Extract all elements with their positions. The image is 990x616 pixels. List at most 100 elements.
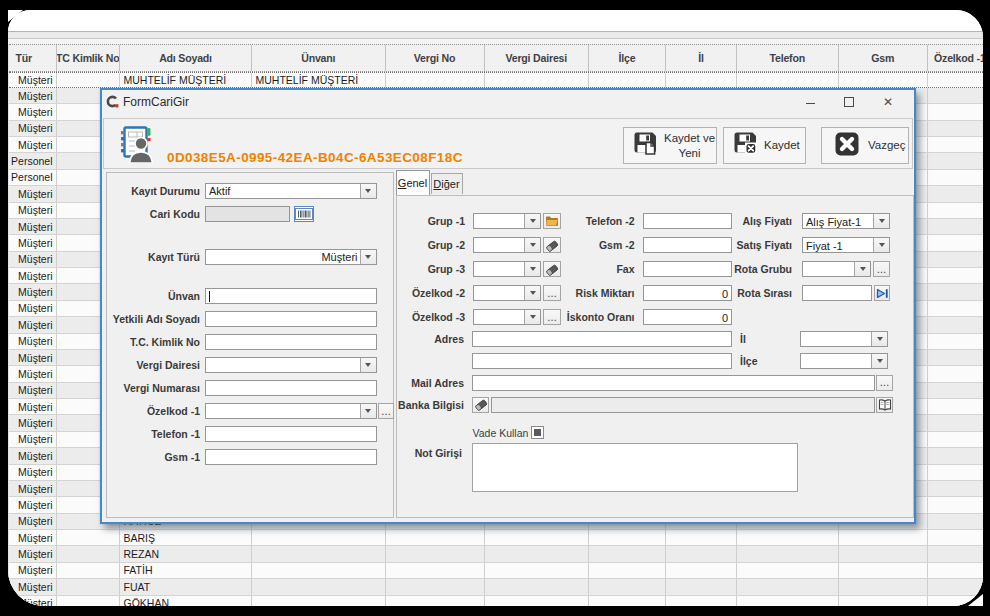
field-mail-adres[interactable] [472, 375, 875, 391]
button-label: Vazgeç [868, 138, 906, 152]
grid-row-0[interactable]: MüşteriMUHTELİF MÜŞTERİMUHTELİF MÜŞTERİ [9, 72, 983, 88]
grid-cell [252, 563, 386, 578]
field-gsm-1[interactable] [205, 449, 377, 465]
grid-cell [928, 465, 983, 480]
field-kayit-durumu[interactable]: Aktif [205, 183, 377, 199]
field-unvan[interactable] [205, 288, 377, 304]
maximize-button[interactable] [836, 93, 862, 110]
chevron-down-icon[interactable] [871, 354, 887, 368]
field-cari-kodu[interactable] [205, 206, 290, 222]
grid-cell [839, 546, 929, 561]
chevron-down-icon[interactable] [360, 358, 376, 372]
grid-cell: FATİH [120, 563, 252, 578]
chevron-down-icon[interactable] [360, 404, 376, 418]
grid-cell [57, 73, 121, 87]
field-alis-fiyati[interactable]: Alış Fiyat-1 [802, 213, 890, 229]
grid-cell [737, 530, 839, 545]
field-label-ilce: İlçe [740, 355, 758, 367]
cancel-button[interactable]: Vazgeç [821, 127, 909, 164]
dialog-titlebar[interactable]: FormCariGir ✕ [102, 90, 914, 113]
field-il[interactable] [800, 331, 888, 347]
column-header-9[interactable]: Gsm [839, 45, 929, 71]
field-rota-sirasi[interactable] [802, 285, 872, 301]
grid-cell: REZAN [120, 546, 252, 561]
field-vergi-numarasi[interactable] [205, 380, 377, 396]
grid-cell [252, 579, 386, 594]
minimize-button[interactable] [797, 93, 823, 110]
grid-cell [839, 73, 929, 87]
grid-row-29[interactable]: Müşteri REZAN [9, 546, 983, 562]
grid-cell [928, 432, 983, 447]
vade-kullan-checkbox[interactable] [531, 426, 544, 439]
grid-cell [928, 579, 983, 594]
column-header-1[interactable]: TC Kimlik No [57, 45, 121, 71]
grid-cell [485, 579, 590, 594]
grid-row-30[interactable]: Müşteri FATİH [9, 563, 983, 579]
field-ozelkod-1[interactable] [205, 403, 377, 419]
field-adres-1[interactable] [472, 331, 732, 347]
dots-button[interactable]: … [378, 403, 394, 419]
grid-cell [485, 530, 590, 545]
barcode-icon[interactable] [294, 206, 314, 222]
field-label-unvan: Ünvan [107, 290, 201, 302]
field-telefon-1[interactable] [205, 426, 377, 442]
eraser-icon[interactable] [472, 397, 489, 413]
not-girisi-textarea[interactable] [472, 443, 798, 492]
column-header-8[interactable]: Telefon [737, 45, 839, 71]
column-header-5[interactable]: Vergi Dairesi [485, 45, 590, 71]
column-header-10[interactable]: Özelkod -1 [928, 45, 983, 71]
grid-cell: MUHTELİF MÜŞTERİ [120, 73, 252, 87]
chevron-down-icon[interactable] [873, 214, 889, 228]
grid-cell: Müşteri [9, 563, 57, 578]
grid-cell [737, 579, 839, 594]
grid-cell: Müşteri [9, 399, 57, 414]
close-button[interactable]: ✕ [875, 93, 901, 110]
field-yetkili-adi-soyadi[interactable] [205, 311, 377, 327]
tab-diger[interactable]: Diğer [431, 173, 463, 194]
grid-cell: Müşteri [9, 203, 57, 218]
grid-row-32[interactable]: MüşteriGÖKHAN [9, 596, 983, 607]
grid-row-31[interactable]: MüşteriFUAT [9, 579, 983, 595]
chevron-down-icon[interactable] [873, 238, 889, 252]
chevron-down-icon[interactable] [871, 332, 887, 346]
dots-button[interactable]: … [876, 375, 893, 391]
chevron-down-icon[interactable] [854, 262, 870, 276]
column-header-7[interactable]: İl [666, 45, 737, 71]
column-header-label: Adı Soyadı [159, 52, 212, 64]
save-and-new-button[interactable]: Kaydet ve Yeni [623, 127, 717, 164]
grid-cell [928, 448, 983, 463]
tab-page-genel: Vade Kullan Not Girişi Grup -1Grup -2Gru… [396, 195, 914, 519]
field-rota-grubu[interactable] [802, 261, 871, 277]
grid-cell [386, 530, 485, 545]
field-kayit-turu[interactable]: Müşteri [205, 249, 377, 265]
skip-icon[interactable] [874, 285, 890, 301]
grid-cell [928, 530, 983, 545]
field-banka-bilgisi[interactable] [491, 397, 875, 413]
grid-cell: Müşteri [9, 465, 57, 480]
column-header-6[interactable]: İlçe [589, 45, 666, 71]
chevron-down-icon[interactable] [360, 250, 376, 264]
field-vergi-dairesi[interactable] [205, 357, 377, 373]
field-satis-fiyati[interactable]: Fiyat -1 [802, 237, 890, 253]
column-header-0[interactable]: Tür [9, 45, 57, 71]
book-icon[interactable] [876, 397, 893, 413]
field-label-ozelkod-1: Özelkod -1 [107, 405, 201, 417]
grid-cell: Müşteri [9, 432, 57, 447]
grid-row-28[interactable]: MüşteriBARIŞ [9, 530, 983, 546]
grid-cell: Müşteri [9, 546, 57, 561]
field-ilce[interactable] [800, 353, 888, 369]
dialog-toolbar: 0D038E5A-0995-42EA-B04C-6A53EC08F18C Kay… [103, 118, 913, 169]
dots-button[interactable]: … [873, 261, 890, 277]
column-header-4[interactable]: Vergi No [386, 45, 485, 71]
chevron-down-icon[interactable] [360, 184, 376, 198]
column-header-3[interactable]: Ünvanı [252, 45, 386, 71]
field-iskonto-orani[interactable]: 0 [643, 309, 733, 325]
grid-cell [252, 546, 386, 561]
tab-genel[interactable]: Genel [396, 170, 430, 195]
field-adres-2[interactable] [472, 353, 732, 369]
column-header-2[interactable]: Adı Soyadı [120, 45, 252, 71]
field-tc-kimlik-no[interactable] [205, 334, 377, 350]
grid-cell: Müşteri [9, 88, 57, 103]
save-button[interactable]: Kaydet [723, 127, 806, 164]
grid-cell: Personel [9, 170, 57, 185]
